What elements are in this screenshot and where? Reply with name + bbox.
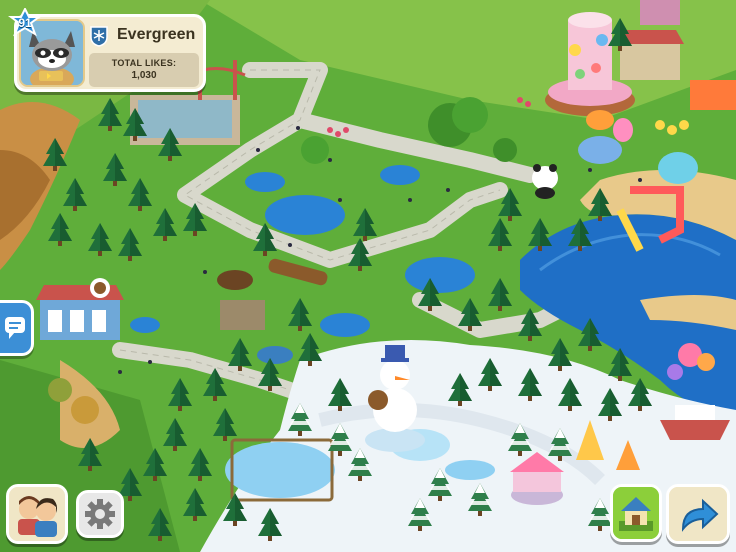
house-map-icon [613,487,659,539]
chat-button[interactable] [0,300,34,356]
likes-label: TOTAL LIKES: [111,58,177,68]
settings-button[interactable] [76,490,124,538]
share-arrow-icon [669,487,727,541]
profile-card[interactable]: 91 Evergreen TOTAL LIKES: 1,030 [8,6,206,92]
likes-box: TOTAL LIKES: 1,030 [89,53,199,87]
level-number: 91 [18,16,32,30]
share-button[interactable] [666,484,730,544]
chat-bubble-icon [5,317,25,339]
map-button[interactable] [610,484,662,542]
gear-icon [79,493,121,535]
level-badge: 91 [8,6,42,38]
snowflake-shield-icon [89,25,109,47]
friends-avatars-icon [9,487,65,541]
friends-button[interactable] [6,484,68,544]
likes-value: 1,030 [131,70,157,81]
zoo-name: Evergreen [117,26,196,43]
